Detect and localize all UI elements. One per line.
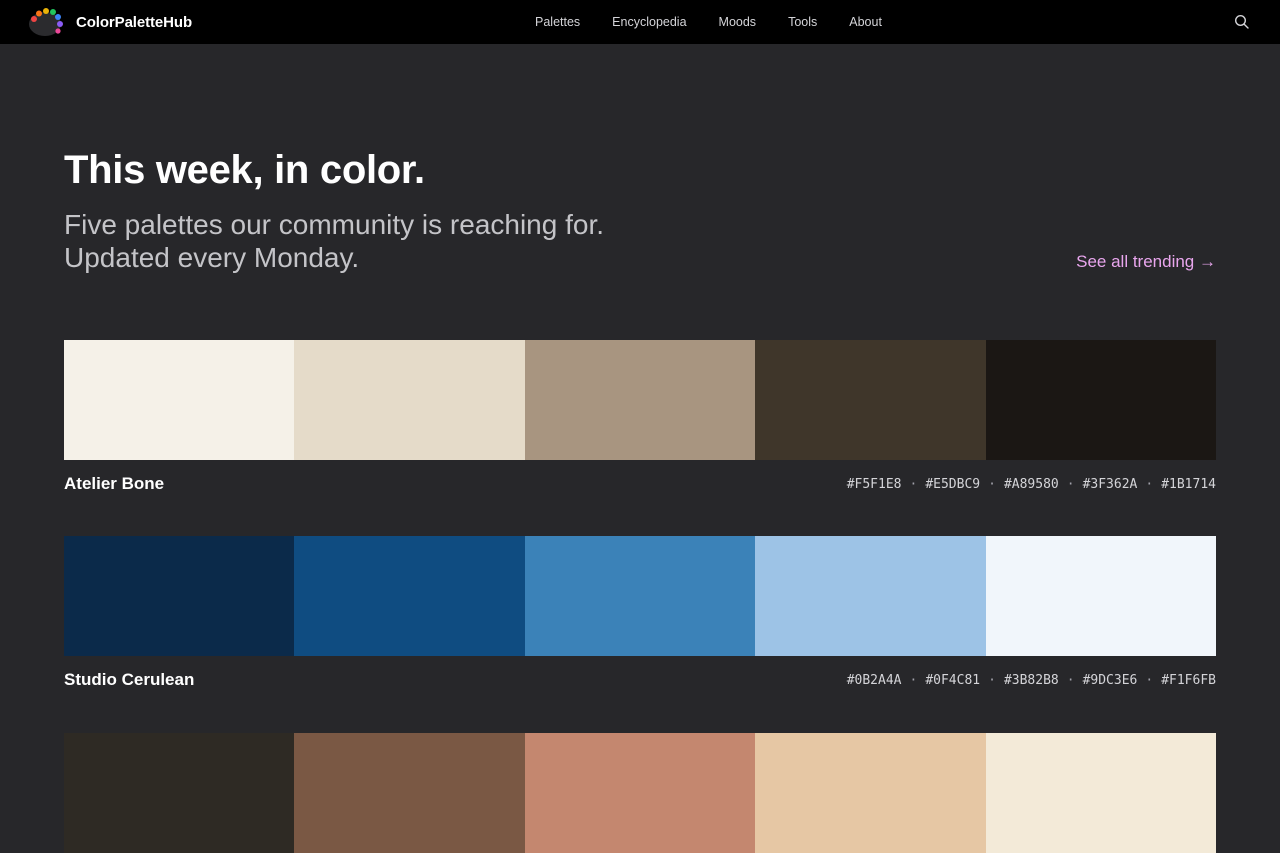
search-icon[interactable] bbox=[1234, 14, 1250, 30]
color-swatch[interactable] bbox=[64, 733, 295, 853]
hex-code[interactable]: #F1F6FB bbox=[1161, 673, 1216, 688]
palette-card-third bbox=[64, 733, 1217, 853]
color-swatch[interactable] bbox=[524, 536, 756, 656]
hex-separator: · bbox=[988, 673, 996, 688]
color-swatch[interactable] bbox=[755, 536, 986, 656]
color-swatch[interactable] bbox=[985, 733, 1217, 853]
hex-separator: · bbox=[909, 477, 918, 492]
palette-name[interactable]: Studio Cerulean bbox=[64, 670, 194, 690]
palette-hex-codes: #0B2A4A · #0F4C81 · #3B82B8 · #9DC3E6 · … bbox=[847, 673, 1216, 688]
color-swatch[interactable] bbox=[524, 340, 756, 460]
brand-name: ColorPaletteHub bbox=[76, 13, 193, 31]
nav-item-tools[interactable]: Tools bbox=[788, 15, 817, 29]
hex-code[interactable]: #3B82B8 bbox=[1004, 673, 1059, 688]
page-title: This week, in color. bbox=[64, 148, 425, 192]
color-swatch[interactable] bbox=[985, 340, 1217, 460]
palette-meta: Atelier Bone #F5F1E8 · #E5DBC9 · #A89580… bbox=[64, 460, 1216, 500]
page-subtitle: Five palettes our community is reaching … bbox=[64, 209, 605, 273]
hex-separator: · bbox=[1145, 477, 1154, 492]
color-swatch[interactable] bbox=[755, 733, 986, 853]
color-swatch[interactable] bbox=[294, 340, 525, 460]
palette-meta: Studio Cerulean #0B2A4A · #0F4C81 · #3B8… bbox=[64, 656, 1216, 696]
color-swatch[interactable] bbox=[985, 536, 1217, 656]
palette-hex-codes: #F5F1E8 · #E5DBC9 · #A89580 · #3F362A · … bbox=[847, 477, 1216, 492]
hex-code[interactable]: #0B2A4A bbox=[847, 673, 902, 688]
palette-swatches[interactable] bbox=[64, 340, 1217, 460]
nav-item-about[interactable]: About bbox=[849, 15, 882, 29]
top-navigation-bar: ColorPaletteHub Palettes Encyclopedia Mo… bbox=[0, 0, 1280, 44]
hex-separator: · bbox=[1066, 673, 1075, 688]
palette-logo-icon bbox=[29, 8, 63, 36]
hex-code[interactable]: #E5DBC9 bbox=[925, 477, 980, 492]
palette-swatches[interactable] bbox=[64, 733, 1217, 853]
hex-code[interactable]: #3F362A bbox=[1083, 477, 1138, 492]
palette-card-atelier-bone: Atelier Bone #F5F1E8 · #E5DBC9 · #A89580… bbox=[64, 340, 1217, 500]
color-swatch[interactable] bbox=[64, 536, 295, 656]
palette-name[interactable]: Atelier Bone bbox=[64, 474, 164, 494]
hex-code[interactable]: #0F4C81 bbox=[925, 673, 980, 688]
hex-separator: · bbox=[1066, 477, 1075, 492]
hex-separator: · bbox=[988, 477, 996, 492]
color-swatch[interactable] bbox=[524, 733, 756, 853]
nav-item-moods[interactable]: Moods bbox=[719, 15, 757, 29]
nav-item-palettes[interactable]: Palettes bbox=[535, 15, 580, 29]
hex-code[interactable]: #A89580 bbox=[1004, 477, 1059, 492]
hex-code[interactable]: #1B1714 bbox=[1161, 477, 1216, 492]
main-nav: Palettes Encyclopedia Moods Tools About bbox=[535, 0, 914, 44]
nav-item-encyclopedia[interactable]: Encyclopedia bbox=[612, 15, 686, 29]
hex-separator: · bbox=[1145, 673, 1154, 688]
palette-card-studio-cerulean: Studio Cerulean #0B2A4A · #0F4C81 · #3B8… bbox=[64, 536, 1217, 696]
hex-code[interactable]: #F5F1E8 bbox=[847, 477, 902, 492]
hex-code[interactable]: #9DC3E6 bbox=[1083, 673, 1138, 688]
color-swatch[interactable] bbox=[294, 536, 525, 656]
palette-swatches[interactable] bbox=[64, 536, 1217, 656]
color-swatch[interactable] bbox=[64, 340, 295, 460]
see-all-trending-link[interactable]: See all trending → bbox=[1075, 252, 1216, 272]
brand-home-link[interactable]: ColorPaletteHub bbox=[28, 7, 192, 37]
color-swatch[interactable] bbox=[294, 733, 525, 853]
hex-separator: · bbox=[909, 673, 918, 688]
color-swatch[interactable] bbox=[755, 340, 986, 460]
